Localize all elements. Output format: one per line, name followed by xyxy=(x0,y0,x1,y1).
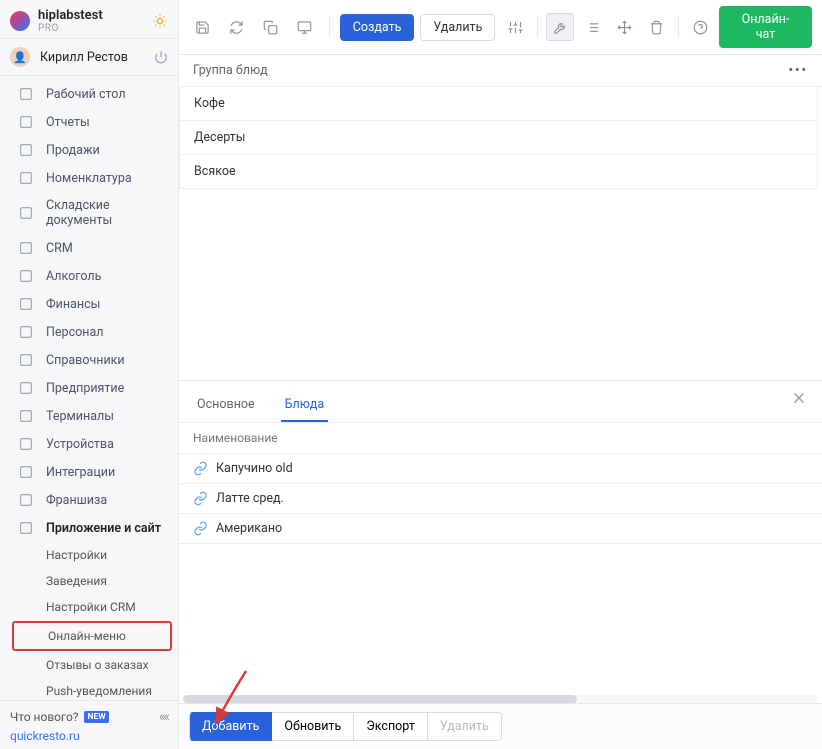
monitor-icon[interactable] xyxy=(291,13,319,41)
link-icon xyxy=(193,491,208,506)
link-icon xyxy=(18,464,34,480)
delete-row-button[interactable]: Удалить xyxy=(428,712,502,741)
dish-row-1[interactable]: Латте сред. xyxy=(179,484,822,514)
user-row[interactable]: 👤 Кирилл Рестов xyxy=(0,38,178,76)
dish-row-0[interactable]: Капучино old xyxy=(179,454,822,484)
nav-item-1[interactable]: Отчеты xyxy=(0,108,178,136)
brand-tier: PRO xyxy=(38,23,103,34)
nav-sub-1[interactable]: Заведения xyxy=(0,568,178,594)
avatar: 👤 xyxy=(10,47,30,67)
nav-item-3[interactable]: Номенклатура xyxy=(0,164,178,192)
nav-sub-4[interactable]: Отзывы о заказах xyxy=(0,652,178,678)
settings-sliders-icon[interactable] xyxy=(501,13,529,41)
detail-tabs: Основное Блюда xyxy=(179,381,822,423)
main-area: Создать Удалить Онлайн-чат Группа блюд •… xyxy=(179,0,822,749)
nav-item-7[interactable]: Финансы xyxy=(0,290,178,318)
nav-sub-5[interactable]: Push-уведомления xyxy=(0,678,178,700)
terminal-icon xyxy=(18,408,34,424)
group-row-2[interactable]: Всякое xyxy=(179,155,818,189)
nav-item-12[interactable]: Устройства xyxy=(0,430,178,458)
nav-sub-2[interactable]: Настройки CRM xyxy=(0,594,178,620)
device-icon xyxy=(18,436,34,452)
detail-panel: Основное Блюда Наименование Капучино old… xyxy=(179,380,822,749)
list-icon[interactable] xyxy=(578,13,606,41)
power-icon[interactable] xyxy=(154,50,168,64)
groups-header-label: Группа блюд xyxy=(193,63,268,78)
nav-item-10[interactable]: Предприятие xyxy=(0,374,178,402)
detail-bottom-bar: Добавить Обновить Экспорт Удалить xyxy=(179,703,822,749)
nav-sub-3[interactable]: Онлайн-меню xyxy=(12,621,172,651)
close-icon[interactable] xyxy=(790,389,808,407)
person-icon xyxy=(18,240,34,256)
logo-icon xyxy=(10,11,30,31)
chart-icon xyxy=(18,114,34,130)
nav-item-13[interactable]: Интеграции xyxy=(0,458,178,486)
export-button[interactable]: Экспорт xyxy=(354,712,428,741)
create-button[interactable]: Создать xyxy=(340,14,415,41)
refresh-icon[interactable] xyxy=(223,13,251,41)
sidebar: hiplabstest PRO 👤 Кирилл Рестов Рабочий … xyxy=(0,0,179,749)
toolbar: Создать Удалить Онлайн-чат xyxy=(179,0,822,55)
help-icon[interactable] xyxy=(687,13,715,41)
horizontal-scrollbar[interactable] xyxy=(183,695,818,703)
tab-dishes[interactable]: Блюда xyxy=(281,391,329,422)
nav: Рабочий столОтчетыПродажиНоменклатураСкл… xyxy=(0,76,178,700)
network-icon xyxy=(18,492,34,508)
link-icon xyxy=(193,521,208,536)
user-name: Кирилл Рестов xyxy=(40,50,154,65)
refresh-button[interactable]: Обновить xyxy=(272,712,354,741)
nav-item-5[interactable]: CRM xyxy=(0,234,178,262)
calendar-icon xyxy=(18,296,34,312)
copy-icon[interactable] xyxy=(257,13,285,41)
groups-more-icon[interactable]: ••• xyxy=(789,63,808,78)
new-badge: NEW xyxy=(84,711,108,723)
tools-icon[interactable] xyxy=(546,13,574,41)
site-link[interactable]: quickresto.ru xyxy=(10,729,168,743)
brand-name: hiplabstest xyxy=(38,8,103,23)
detail-col-header: Наименование xyxy=(179,423,822,454)
doc-icon xyxy=(18,205,34,221)
building-icon xyxy=(18,380,34,396)
group-row-1[interactable]: Десерты xyxy=(179,121,818,155)
delete-button[interactable]: Удалить xyxy=(420,14,495,41)
move-icon[interactable] xyxy=(610,13,638,41)
nav-item-15[interactable]: Приложение и сайт xyxy=(0,514,178,542)
online-chat-button[interactable]: Онлайн-чат xyxy=(719,6,812,48)
cart-icon xyxy=(18,142,34,158)
brand-header: hiplabstest PRO xyxy=(0,0,178,38)
save-icon[interactable] xyxy=(189,13,217,41)
home-icon xyxy=(18,86,34,102)
nav-item-0[interactable]: Рабочий стол xyxy=(0,80,178,108)
theme-toggle-icon[interactable] xyxy=(152,13,168,29)
dish-list: Капучино oldЛатте сред.Американо xyxy=(179,454,822,689)
nav-item-11[interactable]: Терминалы xyxy=(0,402,178,430)
groups-header: Группа блюд ••• xyxy=(179,55,822,87)
group-row-0[interactable]: Кофе xyxy=(179,87,818,121)
add-button[interactable]: Добавить xyxy=(189,712,272,741)
nav-item-14[interactable]: Франшиза xyxy=(0,486,178,514)
people-icon xyxy=(18,324,34,340)
sidebar-footer: Что нового? NEW «« quickresto.ru xyxy=(0,700,178,749)
collapse-sidebar-icon[interactable]: «« xyxy=(159,709,168,725)
groups-section: Группа блюд ••• КофеДесертыВсякое xyxy=(179,55,822,380)
nav-sub-0[interactable]: Настройки xyxy=(0,542,178,568)
glass-icon xyxy=(18,268,34,284)
nav-item-2[interactable]: Продажи xyxy=(0,136,178,164)
whats-new-link[interactable]: Что нового? NEW «« xyxy=(10,709,168,725)
book-icon xyxy=(18,352,34,368)
nav-item-6[interactable]: Алкоголь xyxy=(0,262,178,290)
nav-item-8[interactable]: Персонал xyxy=(0,318,178,346)
dish-row-2[interactable]: Американо xyxy=(179,514,822,544)
tag-icon xyxy=(18,170,34,186)
nav-item-4[interactable]: Складские документы xyxy=(0,192,178,234)
link-icon xyxy=(193,461,208,476)
trash-icon[interactable] xyxy=(642,13,670,41)
nav-item-9[interactable]: Справочники xyxy=(0,346,178,374)
tab-main[interactable]: Основное xyxy=(193,391,259,422)
app-icon xyxy=(18,520,34,536)
